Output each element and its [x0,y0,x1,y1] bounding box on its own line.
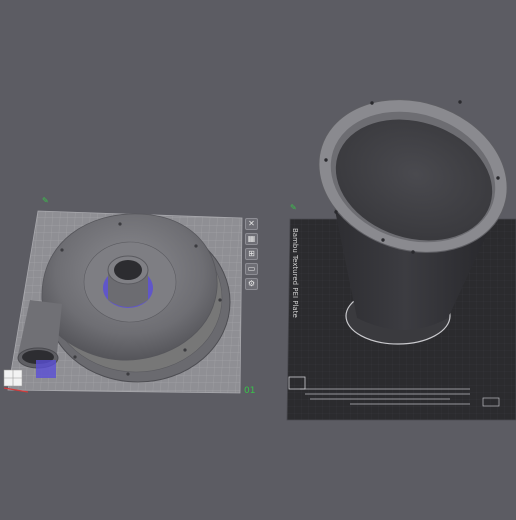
edit-icon-plate-2[interactable]: ✎ [290,203,297,212]
arrange-icon[interactable]: ▦ [245,233,258,245]
plate-1-toolbar: ✕ ▦ ⊞ ▭ ⚙ [245,218,259,290]
3d-viewport[interactable]: ✎ ✕ ▦ ⊞ ▭ ⚙ 01 ✎ Bambu Textured PEI Plat… [0,0,516,516]
plate-number: 01 [244,386,256,396]
lock-icon[interactable]: ▭ [245,263,258,275]
close-icon[interactable]: ✕ [245,218,258,230]
settings-icon[interactable]: ⚙ [245,278,258,290]
plate-type-label: Bambu Textured PEI Plate [291,228,299,318]
orient-icon[interactable]: ⊞ [245,248,258,260]
edit-icon[interactable]: ✎ [42,196,49,205]
